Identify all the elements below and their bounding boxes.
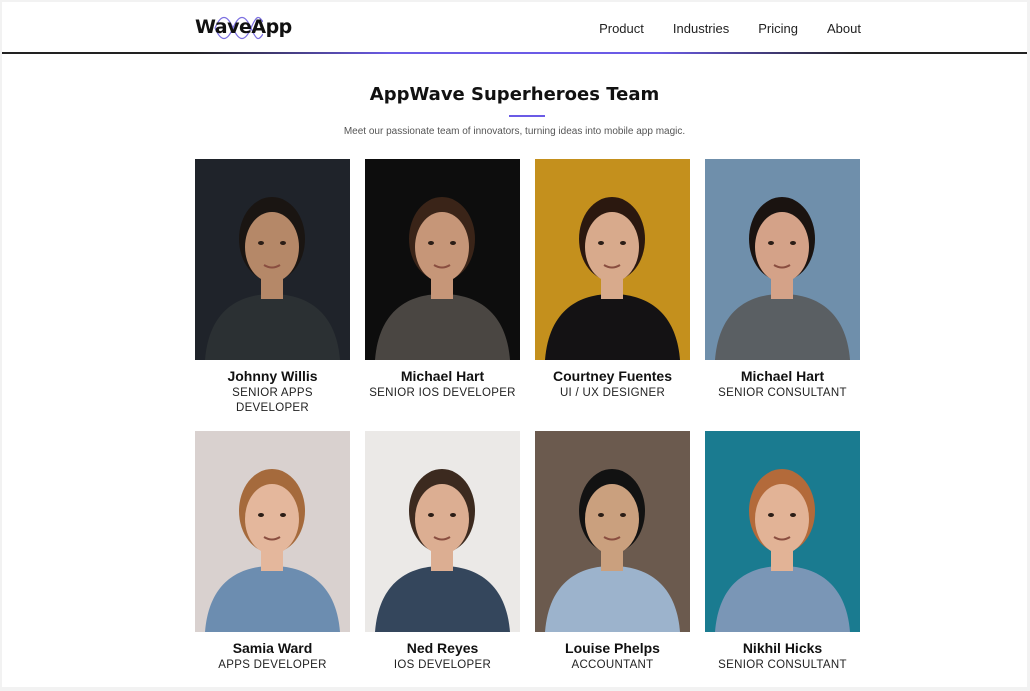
member-role: IOS DEVELOPER [393, 659, 492, 671]
page: WaveApp Product Industries Pricing About… [2, 2, 1027, 687]
site-header: WaveApp Product Industries Pricing About [2, 2, 1027, 54]
team-card[interactable]: Courtney Fuentes UI / UX DESIGNER [535, 159, 690, 416]
nav-product[interactable]: Product [599, 21, 644, 36]
team-card[interactable]: Samia Ward APPS DEVELOPER [195, 431, 350, 673]
team-card[interactable]: Ned Reyes IOS DEVELOPER [365, 431, 520, 673]
member-role: SENIOR CONSULTANT [718, 387, 847, 399]
section-title: AppWave Superheroes Team [369, 84, 660, 105]
team-card[interactable]: Michael Hart SENIOR CONSULTANT [705, 159, 860, 416]
nav-industries[interactable]: Industries [673, 21, 729, 36]
member-role: SENIOR APPS DEVELOPER [232, 387, 313, 414]
team-card[interactable]: Nikhil Hicks SENIOR CONSULTANT [705, 431, 860, 673]
member-role: SENIOR IOS DEVELOPER [369, 387, 516, 399]
header-accent-line [192, 52, 857, 54]
member-name: Michael Hart [740, 368, 825, 384]
member-photo [195, 431, 350, 632]
member-name: Louise Phelps [565, 640, 660, 656]
logo-text: WaveApp [195, 16, 292, 38]
team-grid: Johnny Willis SENIOR APPS DEVELOPER Mich… [195, 159, 860, 673]
nav-about[interactable]: About [827, 21, 861, 36]
member-role: SENIOR CONSULTANT [718, 659, 847, 671]
member-role: ACCOUNTANT [571, 659, 654, 671]
section-subtitle: Meet our passionate team of innovators, … [343, 126, 686, 137]
logo[interactable]: WaveApp [195, 12, 292, 44]
member-name: Nikhil Hicks [742, 640, 823, 656]
member-role: UI / UX DESIGNER [559, 387, 666, 399]
nav-pricing[interactable]: Pricing [758, 21, 798, 36]
member-photo [535, 159, 690, 360]
team-card[interactable]: Johnny Willis SENIOR APPS DEVELOPER [195, 159, 350, 416]
member-name: Ned Reyes [406, 640, 479, 656]
member-photo [365, 431, 520, 632]
team-card[interactable]: Michael Hart SENIOR IOS DEVELOPER [365, 159, 520, 416]
title-underline [509, 115, 545, 117]
member-name: Courtney Fuentes [552, 368, 672, 384]
member-photo [705, 159, 860, 360]
member-photo [195, 159, 350, 360]
member-name: Michael Hart [400, 368, 485, 384]
member-name: Johnny Willis [227, 368, 318, 384]
team-card[interactable]: Louise Phelps ACCOUNTANT [535, 431, 690, 673]
member-role: APPS DEVELOPER [218, 659, 327, 671]
member-photo [365, 159, 520, 360]
member-name: Samia Ward [232, 640, 313, 656]
member-photo [705, 431, 860, 632]
main-nav: Product Industries Pricing About [599, 21, 861, 36]
member-photo [535, 431, 690, 632]
